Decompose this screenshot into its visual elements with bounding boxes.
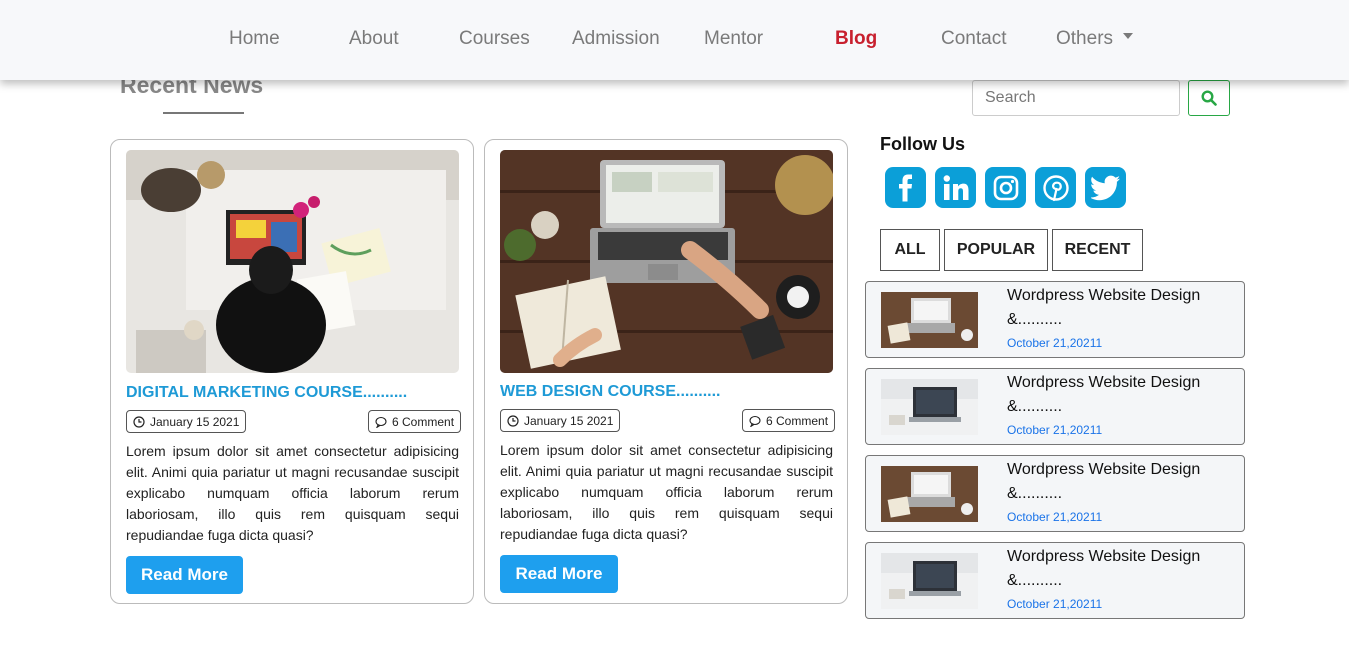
clock-icon <box>133 415 145 428</box>
nav-item-others[interactable]: Others <box>1056 28 1134 50</box>
post-thumbnail <box>881 379 978 435</box>
date-text: January 15 2021 <box>150 414 240 429</box>
post-title: Wordpress Website Design &.......... <box>1007 548 1201 589</box>
clock-icon <box>507 414 519 427</box>
card-text: Lorem ipsum dolor sit amet consectetur a… <box>126 443 459 543</box>
linkedin-icon[interactable] <box>935 167 976 208</box>
read-more-button[interactable]: Read More <box>500 555 618 593</box>
comment-icon <box>749 415 761 427</box>
nav-item-others-label: Others <box>1056 28 1114 49</box>
title-underline <box>163 112 244 114</box>
sidebar-post[interactable]: Wordpress Website Design &.......... Oct… <box>865 368 1245 445</box>
date-text: January 15 2021 <box>524 413 614 428</box>
post-date: October 21,20211 <box>1007 510 1103 524</box>
filter-popular-button[interactable]: POPULAR <box>944 229 1048 271</box>
search-icon <box>1201 90 1217 106</box>
nav-item-mentor[interactable]: Mentor <box>704 28 763 50</box>
card-title[interactable]: WEB DESIGN COURSE.......... <box>500 383 720 401</box>
sidebar-post[interactable]: Wordpress Website Design &.......... Oct… <box>865 455 1245 532</box>
follow-title: Follow Us <box>880 134 965 154</box>
page: Home About Courses Admission Mentor Blog… <box>0 0 1349 667</box>
nav-item-blog[interactable]: Blog <box>835 28 877 50</box>
card-image <box>500 150 833 373</box>
comment-text: 6 Comment <box>766 413 829 428</box>
nav-item-courses[interactable]: Courses <box>459 28 530 50</box>
date-badge: January 15 2021 <box>500 409 621 432</box>
post-date: October 21,20211 <box>1007 423 1103 437</box>
card-image <box>126 150 459 373</box>
nav-item-admission[interactable]: Admission <box>572 28 660 50</box>
pinterest-icon[interactable] <box>1035 167 1076 208</box>
sidebar-post[interactable]: Wordpress Website Design &.......... Oct… <box>865 542 1245 619</box>
date-badge: January 15 2021 <box>126 410 247 433</box>
nav-item-about[interactable]: About <box>349 28 399 50</box>
news-card: DIGITAL MARKETING COURSE.......... Janua… <box>110 139 474 604</box>
caret-down-icon <box>1123 32 1134 39</box>
post-thumbnail <box>881 466 978 522</box>
comment-icon <box>375 416 387 428</box>
filter-recent-button[interactable]: RECENT <box>1052 229 1143 271</box>
instagram-icon[interactable] <box>985 167 1026 208</box>
post-date: October 21,20211 <box>1007 336 1103 350</box>
nav-item-contact[interactable]: Contact <box>941 28 1006 50</box>
comment-badge[interactable]: 6 Comment <box>368 410 462 433</box>
card-title[interactable]: DIGITAL MARKETING COURSE.......... <box>126 384 407 402</box>
post-date: October 21,20211 <box>1007 597 1103 611</box>
post-title: Wordpress Website Design &.......... <box>1007 374 1201 415</box>
navbar: Home About Courses Admission Mentor Blog… <box>0 0 1349 80</box>
comment-badge[interactable]: 6 Comment <box>742 409 836 432</box>
sidebar-post[interactable]: Wordpress Website Design &.......... Oct… <box>865 281 1245 358</box>
post-title: Wordpress Website Design &.......... <box>1007 287 1201 328</box>
post-thumbnail <box>881 292 978 348</box>
search-input[interactable] <box>972 80 1180 116</box>
post-thumbnail <box>881 553 978 609</box>
read-more-button[interactable]: Read More <box>126 556 243 594</box>
comment-text: 6 Comment <box>392 414 455 429</box>
post-title: Wordpress Website Design &.......... <box>1007 461 1201 502</box>
news-card: WEB DESIGN COURSE.......... January 15 2… <box>484 139 848 604</box>
twitter-icon[interactable] <box>1085 167 1126 208</box>
card-text: Lorem ipsum dolor sit amet consectetur a… <box>500 442 833 542</box>
nav-item-home[interactable]: Home <box>229 28 280 50</box>
facebook-icon[interactable] <box>885 167 926 208</box>
filter-all-button[interactable]: ALL <box>880 229 940 271</box>
search-button[interactable] <box>1188 80 1230 116</box>
